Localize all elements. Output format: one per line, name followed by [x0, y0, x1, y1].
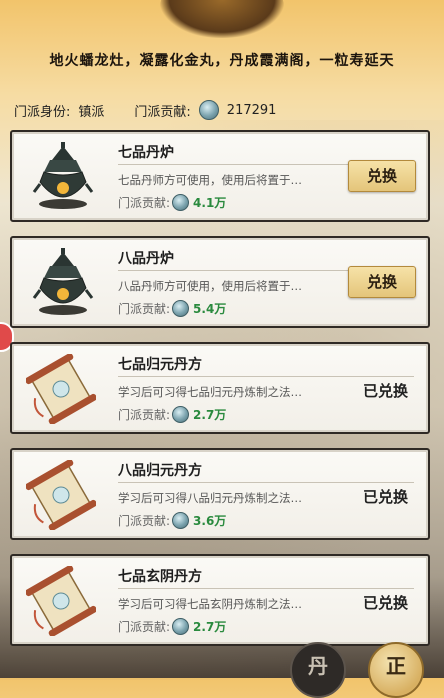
exchange-button[interactable]: 兑换 — [348, 266, 416, 298]
exchanged-status: 已兑换 — [362, 594, 408, 612]
cauldron-decoration — [160, 0, 284, 38]
scroll-icon — [26, 354, 96, 424]
sect-info-bar: 门派身份: 镇派 门派贡献: 217291 — [14, 100, 276, 120]
furnace-icon — [32, 142, 94, 209]
exchange-button[interactable]: 兑换 — [348, 160, 416, 192]
item-description: 七品丹师方可使用，使用后将置于… — [118, 173, 302, 187]
item-description: 学习后可习得七品玄阴丹炼制之法… — [118, 597, 302, 611]
item-name: 七品丹炉 — [118, 145, 174, 161]
item-cost: 门派贡献: 3.6万 — [118, 512, 226, 529]
item-cost: 门派贡献: 5.4万 — [118, 300, 226, 317]
cost-value: 4.1万 — [193, 196, 227, 210]
cost-label: 门派贡献: — [118, 196, 171, 210]
list-item: 八品丹炉 八品丹师方可使用，使用后将置于… 门派贡献: 5.4万 兑换 — [10, 236, 430, 328]
list-item: 七品丹炉 七品丹师方可使用，使用后将置于… 门派贡献: 4.1万 兑换 — [10, 130, 430, 222]
contribution-value: 217291 — [226, 102, 277, 118]
item-name: 七品玄阴丹方 — [118, 569, 202, 585]
cost-label: 门派贡献: — [118, 408, 171, 422]
item-name: 七品归元丹方 — [118, 357, 202, 373]
alchemy-button[interactable]: 丹 — [290, 642, 346, 698]
exchange-list: 七品丹炉 七品丹师方可使用，使用后将置于… 门派贡献: 4.1万 兑换 八品丹炉… — [10, 130, 430, 660]
identity-value: 镇派 — [78, 104, 105, 120]
scroll-icon — [26, 460, 96, 530]
item-cost: 门派贡献: 2.7万 — [118, 406, 226, 423]
furnace-icon — [32, 248, 94, 315]
item-cost: 门派贡献: 4.1万 — [118, 194, 226, 211]
sect-coin-icon — [172, 618, 190, 635]
cost-value: 3.6万 — [193, 514, 227, 528]
cost-value: 2.7万 — [193, 620, 227, 634]
cost-label: 门派贡献: — [118, 302, 171, 316]
sect-coin-icon — [172, 512, 190, 529]
cost-label: 门派贡献: — [118, 620, 171, 634]
contribution-label: 门派贡献: — [134, 104, 191, 120]
item-description: 学习后可习得七品归元丹炼制之法… — [118, 385, 302, 399]
list-item: 七品归元丹方 学习后可习得七品归元丹炼制之法… 门派贡献: 2.7万 已兑换 — [10, 342, 430, 434]
cost-label: 门派贡献: — [118, 514, 171, 528]
exchanged-status: 已兑换 — [362, 382, 408, 400]
divider — [118, 588, 414, 589]
sect-button[interactable]: 正 — [368, 642, 424, 698]
sect-coin-icon — [172, 194, 190, 211]
cost-value: 2.7万 — [193, 408, 227, 422]
sect-coin-icon — [172, 300, 190, 317]
sect-coin-icon — [198, 100, 219, 120]
list-item: 七品玄阴丹方 学习后可习得七品玄阴丹炼制之法… 门派贡献: 2.7万 已兑换 — [10, 554, 430, 646]
divider — [118, 482, 414, 483]
item-cost: 门派贡献: 2.7万 — [118, 618, 226, 635]
scroll-icon — [26, 566, 96, 636]
identity-label: 门派身份: — [14, 104, 71, 120]
cost-value: 5.4万 — [193, 302, 227, 316]
item-description: 学习后可习得八品归元丹炼制之法… — [118, 491, 302, 505]
item-name: 八品丹炉 — [118, 251, 174, 267]
list-item: 八品归元丹方 学习后可习得八品归元丹炼制之法… 门派贡献: 3.6万 已兑换 — [10, 448, 430, 540]
item-description: 八品丹师方可使用，使用后将置于… — [118, 279, 302, 293]
sect-coin-icon — [172, 406, 190, 423]
exchanged-status: 已兑换 — [362, 488, 408, 506]
page-motto: 地火蟠龙灶，凝露化金丸，丹成霞满阁，一粒寿延天 — [49, 53, 395, 69]
divider — [118, 376, 414, 377]
item-name: 八品归元丹方 — [118, 463, 202, 479]
